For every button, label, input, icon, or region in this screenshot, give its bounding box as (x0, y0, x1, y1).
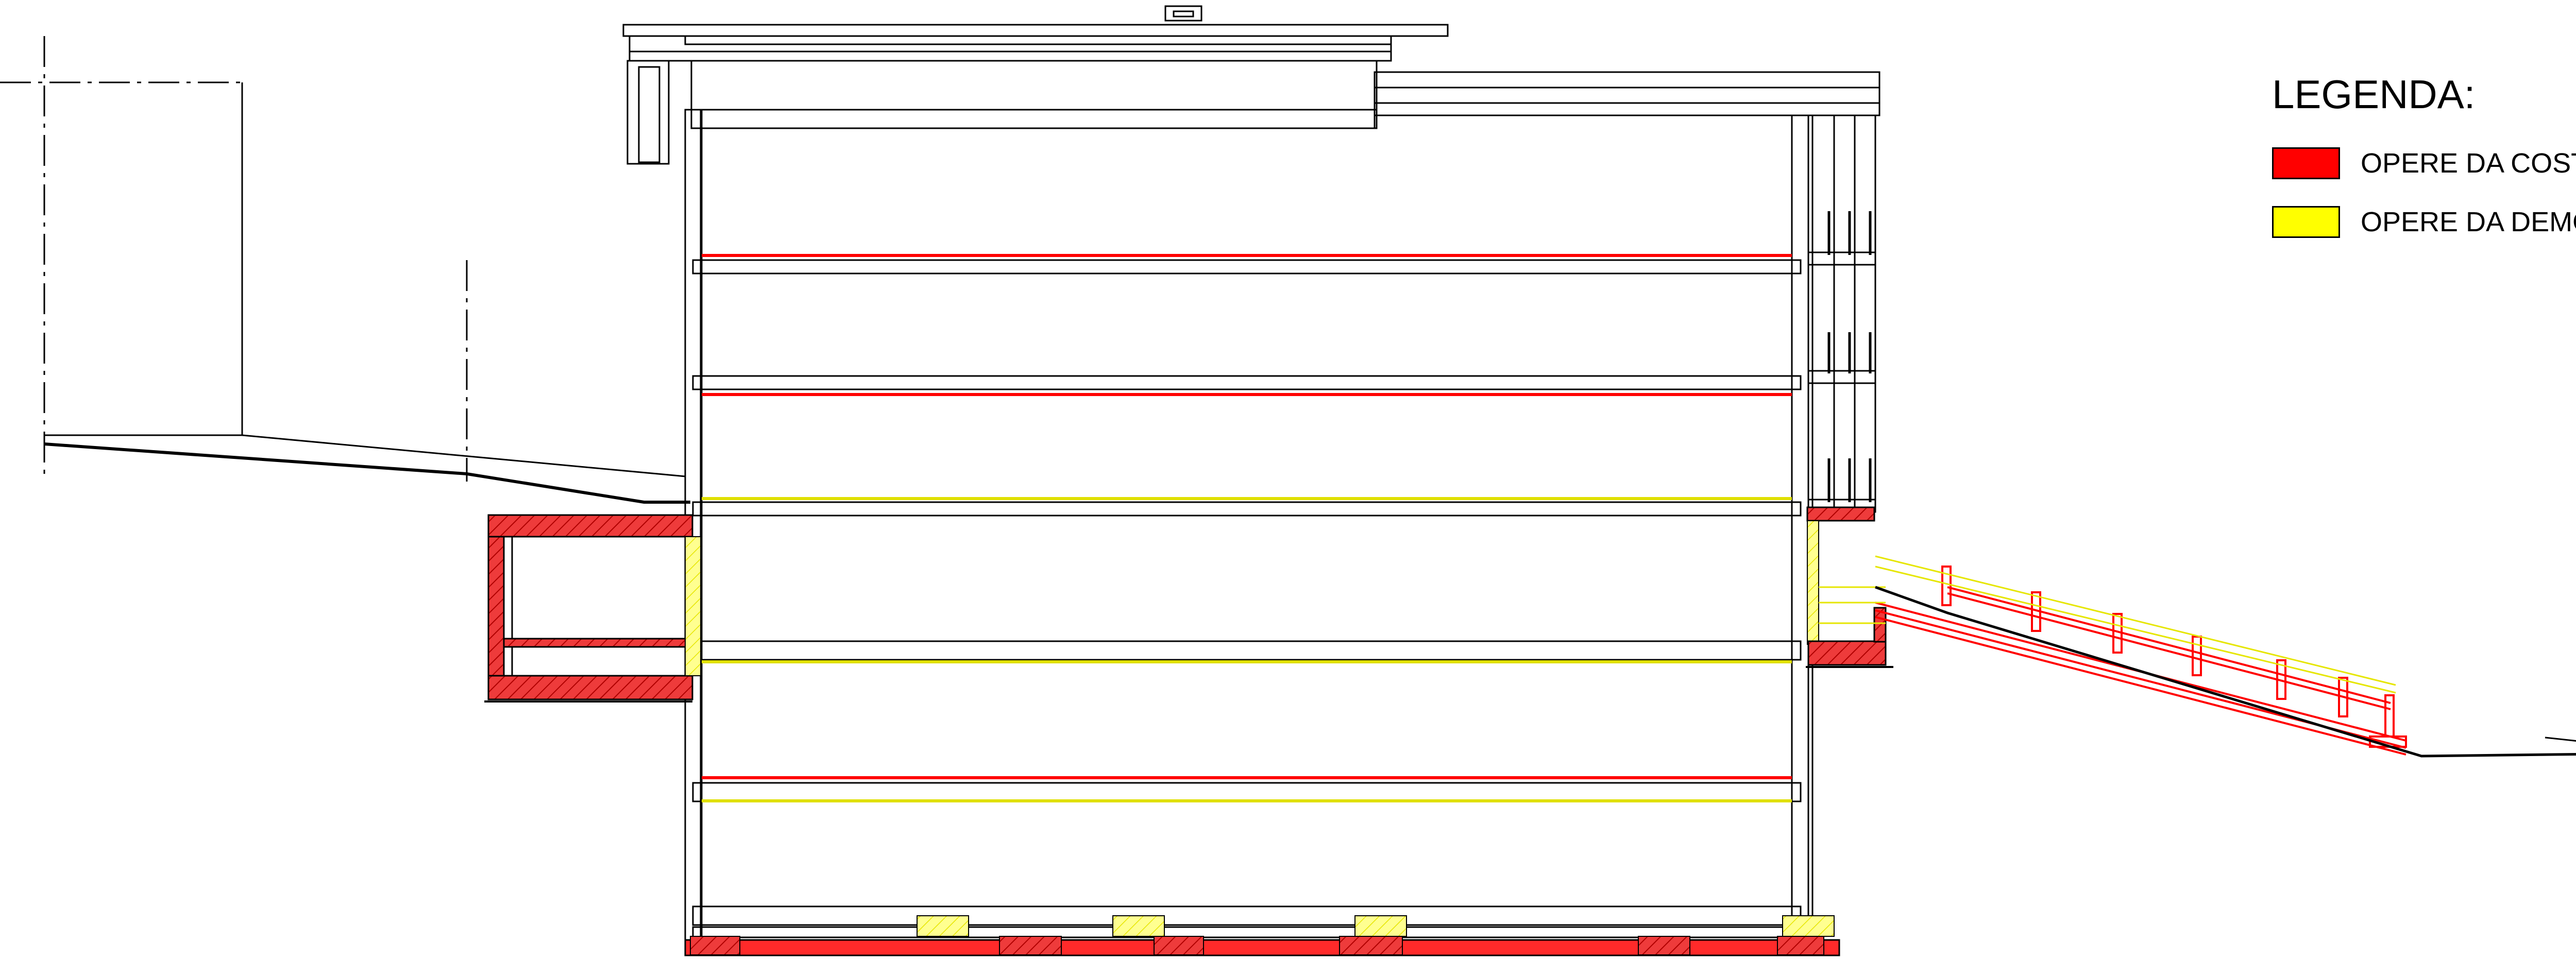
legend-label-construct: OPERE DA COSTRUIRE (2361, 148, 2576, 179)
roof-upper (622, 5, 1449, 165)
legend-item-construct: OPERE DA COSTRUIRE (2272, 145, 2576, 181)
section-drawing (0, 5, 2576, 956)
left-neighbour-outline (0, 36, 686, 482)
left-demolition-block (685, 536, 701, 676)
new-floor-lines (702, 254, 1792, 779)
left-extension-new (484, 514, 693, 703)
foundation (684, 915, 1840, 956)
demolition-floor-lines (702, 497, 1792, 802)
building-frame (684, 109, 1876, 951)
balcony-railings (1827, 211, 1872, 502)
legend-swatch-demolish (2272, 206, 2340, 238)
legend-label-demolish: OPERE DA DEMOLIRE (2361, 207, 2576, 237)
left-ground-line (44, 442, 690, 504)
legend-title: LEGENDA: (2272, 72, 2476, 117)
legend-swatch-construct (2272, 147, 2340, 179)
legend-item-demolish: OPERE DA DEMOLIRE (2272, 204, 2576, 240)
roof-lower (1374, 71, 1880, 129)
right-ground-line (1875, 586, 2576, 758)
